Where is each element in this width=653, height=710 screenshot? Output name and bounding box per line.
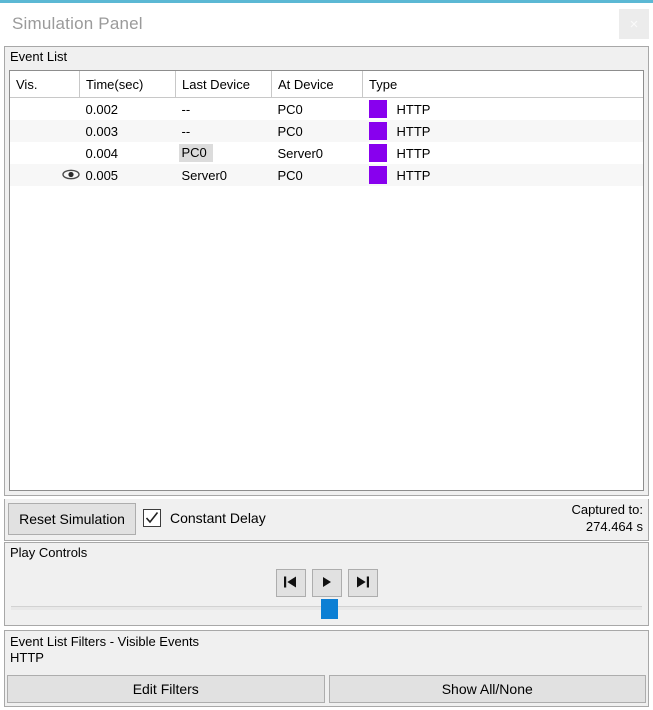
table-row[interactable]: 0.004 PC0 Server0 HTTP — [10, 142, 643, 164]
cell-at-device: PC0 — [271, 97, 363, 120]
captured-to-info: Captured to: 274.464 s — [571, 501, 643, 535]
event-list-group: Event List Vis. Time(sec) Last Device At… — [4, 46, 649, 496]
event-list-label: Event List — [5, 47, 648, 67]
show-all-none-button[interactable]: Show All/None — [328, 675, 646, 703]
column-header-time[interactable]: Time(sec) — [79, 71, 176, 98]
type-color-swatch — [368, 122, 387, 140]
column-header-type[interactable]: Type — [362, 71, 643, 98]
table-row[interactable]: 0.002 -- PC0 HTTP — [10, 97, 643, 120]
column-header-last-device[interactable]: Last Device — [175, 71, 272, 98]
cell-at-device: PC0 — [271, 164, 363, 186]
play-controls-buttons — [5, 569, 648, 597]
cell-last-device: -- — [175, 120, 272, 142]
type-color-swatch — [368, 100, 387, 118]
cell-type: HTTP — [362, 142, 643, 164]
cell-last-device: Server0 — [175, 164, 272, 186]
cell-time: 0.004 — [79, 142, 176, 164]
cell-type: HTTP — [362, 97, 643, 120]
cell-time: 0.005 — [79, 164, 176, 186]
skip-to-start-icon — [283, 575, 298, 592]
cell-type: HTTP — [362, 120, 643, 142]
event-list-filters-group: Event List Filters - Visible Events HTTP… — [4, 630, 649, 707]
play-controls-label: Play Controls — [10, 545, 88, 560]
table-header-row: Vis. Time(sec) Last Device At Device Typ… — [10, 71, 643, 98]
simulation-panel-window: Simulation Panel × Event List Vis. Time(… — [0, 0, 653, 710]
cell-last-device: -- — [175, 97, 272, 120]
constant-delay-control[interactable]: Constant Delay — [143, 509, 266, 527]
filters-title: Event List Filters - Visible Events — [10, 634, 200, 649]
cell-time: 0.002 — [79, 97, 176, 120]
selected-cell-value: PC0 — [178, 144, 213, 162]
table-row[interactable]: 0.003 -- PC0 HTTP — [10, 120, 643, 142]
type-label: HTTP — [396, 101, 431, 117]
type-label: HTTP — [396, 167, 431, 183]
eye-icon[interactable] — [61, 168, 80, 183]
event-list-table: Vis. Time(sec) Last Device At Device Typ… — [10, 71, 643, 186]
play-controls-group: Play Controls — [4, 542, 649, 626]
cell-type: HTTP — [362, 164, 643, 186]
event-list-table-container[interactable]: Vis. Time(sec) Last Device At Device Typ… — [9, 70, 644, 491]
filters-visible-events: HTTP — [10, 650, 44, 665]
table-row[interactable]: 0.005 Server0 PC0 HTTP — [10, 164, 643, 186]
captured-to-label: Captured to: — [571, 502, 643, 517]
type-label: HTTP — [396, 123, 431, 139]
column-header-vis[interactable]: Vis. — [10, 71, 80, 98]
type-color-swatch — [368, 144, 387, 162]
page-title: Simulation Panel — [12, 14, 143, 33]
edit-filters-button[interactable]: Edit Filters — [7, 675, 325, 703]
cell-at-device: PC0 — [271, 120, 363, 142]
skip-to-end-icon — [355, 575, 370, 592]
simulation-controls-bar: Reset Simulation Constant Delay Captured… — [4, 499, 649, 541]
constant-delay-label: Constant Delay — [170, 510, 266, 526]
skip-to-start-button[interactable] — [275, 569, 306, 597]
cell-vis[interactable] — [10, 120, 80, 142]
cell-vis[interactable] — [10, 142, 80, 164]
type-color-swatch — [368, 166, 387, 184]
play-icon — [320, 575, 333, 592]
filters-button-row: Edit Filters Show All/None — [7, 675, 646, 703]
reset-simulation-button[interactable]: Reset Simulation — [8, 503, 136, 535]
playback-slider-handle[interactable] — [321, 599, 338, 619]
captured-to-value: 274.464 s — [585, 519, 643, 534]
cell-time: 0.003 — [79, 120, 176, 142]
cell-vis[interactable] — [10, 164, 80, 186]
cell-at-device: Server0 — [271, 142, 363, 164]
column-header-at-device[interactable]: At Device — [271, 71, 363, 98]
cell-last-device[interactable]: PC0 — [175, 142, 272, 164]
cell-vis[interactable] — [10, 97, 80, 120]
play-button[interactable] — [311, 569, 342, 597]
type-label: HTTP — [396, 145, 431, 161]
window-titlebar: Simulation Panel × — [0, 3, 653, 45]
skip-to-end-button[interactable] — [347, 569, 378, 597]
constant-delay-checkbox[interactable] — [143, 509, 161, 527]
close-icon[interactable]: × — [619, 9, 649, 39]
